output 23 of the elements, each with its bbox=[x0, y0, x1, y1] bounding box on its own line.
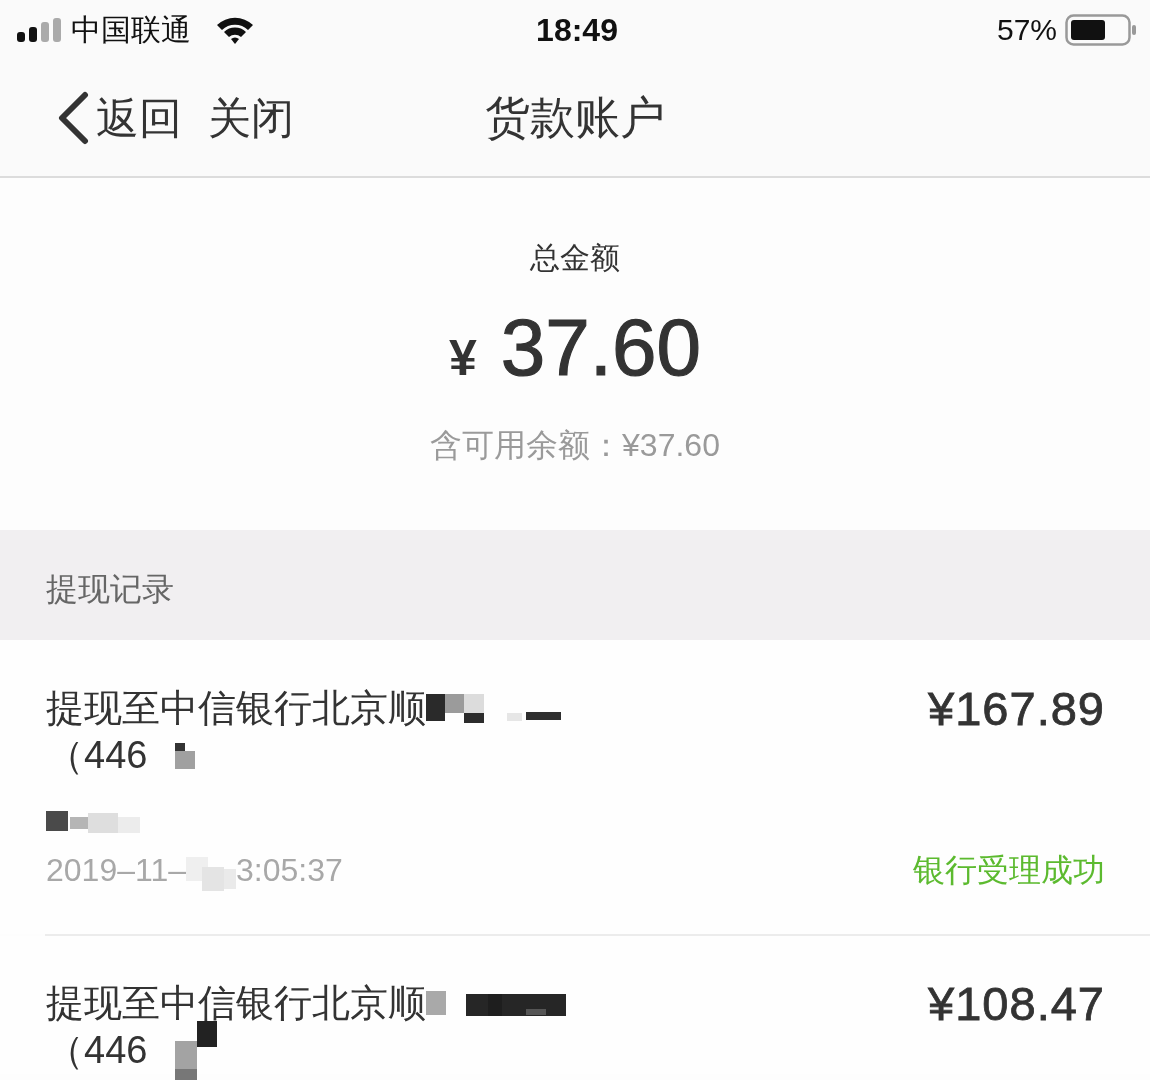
currency-symbol: ¥ bbox=[449, 329, 477, 388]
record-date: 2019–11– bbox=[46, 851, 186, 890]
section-title: 提现记录 bbox=[46, 570, 174, 609]
clock-time: 18:49 bbox=[536, 11, 618, 49]
back-button[interactable]: 返回 bbox=[54, 91, 182, 145]
total-amount: 37.60 bbox=[500, 303, 701, 393]
total-label: 总金额 bbox=[530, 240, 620, 276]
wifi-icon bbox=[215, 15, 255, 45]
record-time: 3:05:37 bbox=[236, 851, 343, 890]
battery-icon bbox=[1065, 14, 1137, 46]
record-status: 银行受理成功 bbox=[913, 851, 1105, 890]
battery-percent: 57% bbox=[996, 12, 1057, 48]
record-title: 提现至中信银行北京顺 bbox=[46, 981, 426, 1026]
account-number: （446 bbox=[46, 1028, 148, 1073]
carrier-name: 中国联通 bbox=[71, 12, 191, 48]
signal-icon bbox=[17, 18, 61, 42]
record-amount: ¥108.47 bbox=[928, 980, 1105, 1027]
page-title: 货款账户 bbox=[485, 92, 665, 144]
close-button[interactable]: 关闭 bbox=[208, 93, 294, 143]
record-title: 提现至中信银行北京顺 bbox=[46, 686, 426, 731]
account-number: （446 bbox=[46, 733, 148, 778]
available-balance: 含可用余额：¥37.60 bbox=[430, 426, 720, 465]
record-amount: ¥167.89 bbox=[928, 685, 1105, 732]
